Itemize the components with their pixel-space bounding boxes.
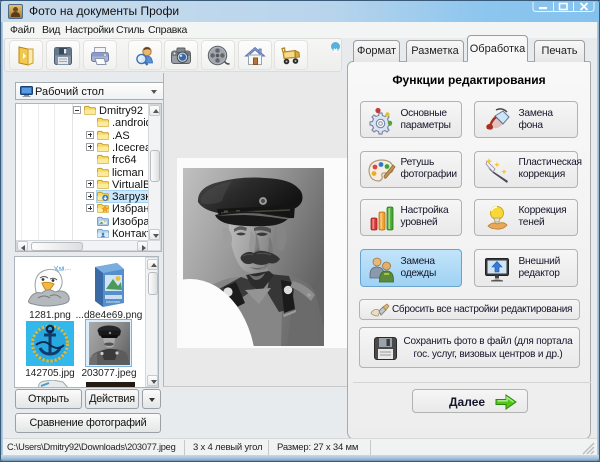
svg-text:Icecream: Icecream (106, 300, 120, 304)
